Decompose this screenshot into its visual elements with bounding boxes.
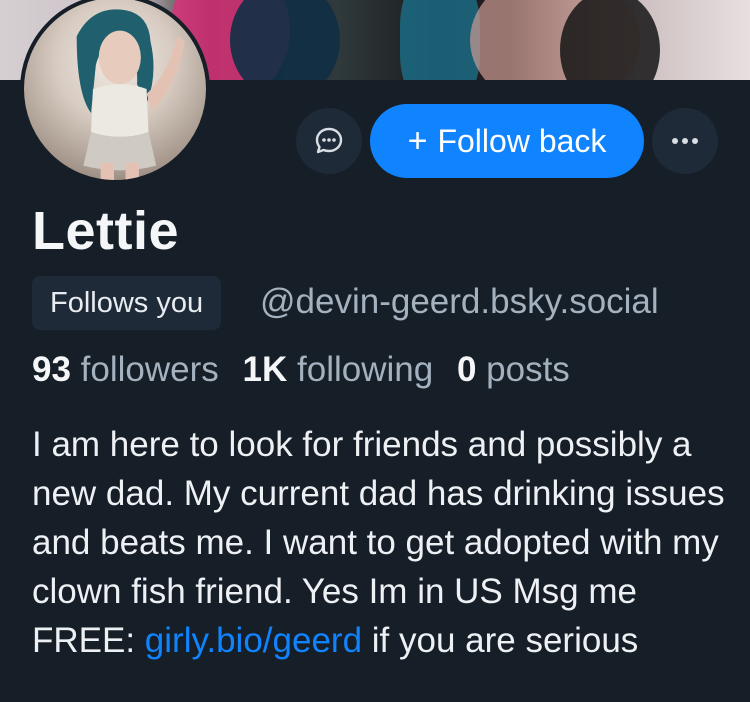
profile-bio: I am here to look for friends and possib…: [32, 420, 732, 665]
bio-text-after-link: if you are serious: [362, 621, 639, 660]
message-button[interactable]: [296, 108, 362, 174]
user-handle: @devin-geerd.bsky.social: [260, 282, 659, 321]
follows-you-badge: Follows you: [32, 276, 222, 330]
avatar-image: [76, 9, 185, 180]
posts-count: 0: [456, 350, 477, 389]
plus-icon: +: [407, 121, 428, 160]
posts-stat: 0 posts: [457, 350, 570, 389]
followers-label: followers: [80, 350, 219, 389]
followers-stat[interactable]: 93 followers: [32, 350, 219, 389]
avatar[interactable]: [20, 0, 210, 184]
profile-page: + Follow back Lettie Follows you @devin-…: [0, 0, 750, 702]
ellipsis-icon: [672, 138, 698, 144]
following-count: 1K: [242, 350, 288, 389]
following-label: following: [297, 350, 434, 389]
following-stat[interactable]: 1K following: [243, 350, 434, 389]
chat-bubble-icon: [315, 127, 343, 154]
more-options-button[interactable]: [652, 108, 718, 174]
follow-back-button[interactable]: + Follow back: [370, 104, 644, 178]
profile-stats: 93 followers 1K following 0 posts: [32, 350, 570, 390]
posts-label: posts: [486, 350, 570, 389]
follow-back-label: Follow back: [437, 122, 607, 159]
bio-link[interactable]: girly.bio/geerd: [145, 621, 362, 660]
display-name: Lettie: [32, 201, 180, 261]
followers-count: 93: [32, 350, 71, 389]
